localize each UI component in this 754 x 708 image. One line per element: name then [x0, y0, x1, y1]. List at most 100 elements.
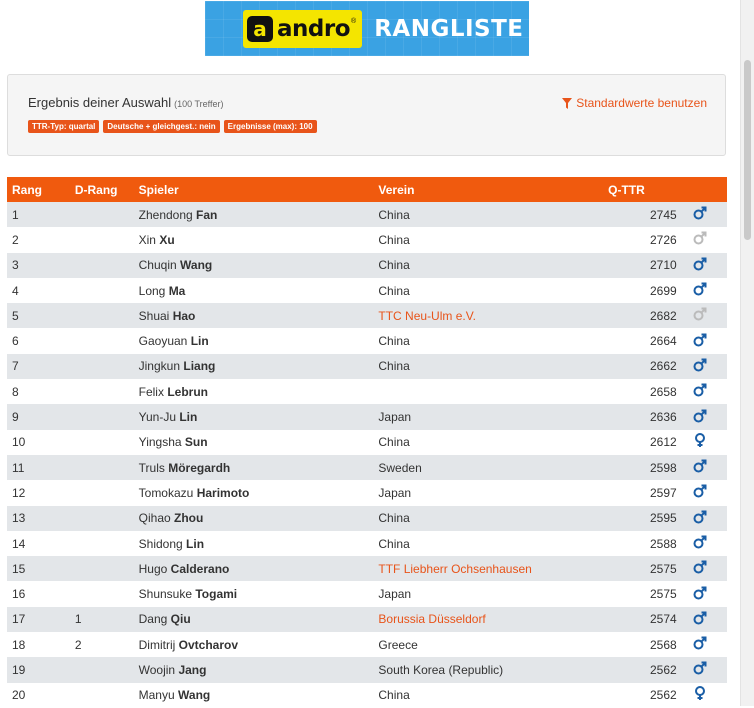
player-first-name: Truls — [138, 460, 165, 475]
registered-mark: ® — [351, 17, 357, 25]
cell-rang: 7 — [7, 353, 75, 380]
male-symbol-icon — [693, 383, 707, 400]
club-link[interactable]: Borussia Düsseldorf — [378, 612, 485, 626]
male-symbol-icon — [693, 409, 707, 426]
male-symbol-icon — [693, 257, 707, 274]
cell-verein[interactable]: Borussia Düsseldorf — [378, 606, 609, 633]
cell-rang: 3 — [7, 252, 75, 278]
badge-ttr-typ: TTR-Typ: quartal — [28, 120, 100, 133]
cell-rang: 14 — [7, 530, 75, 557]
cell-spieler[interactable]: Shuai Hao — [138, 303, 379, 329]
scrollbar-thumb[interactable] — [744, 60, 751, 240]
cell-q-ttr: 2745 — [608, 202, 677, 228]
cell-rang: 16 — [7, 581, 75, 607]
cell-verein: China — [378, 682, 609, 708]
cell-verein: China — [378, 252, 609, 278]
ranking-table: Rang D-Rang Spieler Verein Q-TTR 1 Zhendo… — [7, 177, 727, 708]
cell-q-ttr: 2575 — [608, 556, 677, 582]
cell-q-ttr: 2664 — [608, 328, 677, 354]
andro-logo: a andro ® — [243, 9, 363, 48]
header-verein[interactable]: Verein — [378, 177, 609, 202]
cell-spieler[interactable]: Qihao Zhou — [138, 505, 379, 531]
table-row: 16 Shunsuke Togami Japan 2575 — [7, 581, 727, 607]
club-name: China — [378, 207, 410, 222]
male-symbol-icon — [693, 231, 707, 248]
cell-q-ttr: 2682 — [608, 303, 677, 329]
player-last-name: Hao — [172, 308, 196, 323]
filter-icon — [562, 97, 573, 109]
table-row: 13 Qihao Zhou China 2595 — [7, 505, 727, 531]
reset-defaults-link[interactable]: Standardwerte benutzen — [562, 96, 707, 110]
cell-spieler[interactable]: Chuqin Wang — [138, 252, 379, 278]
cell-rang: 12 — [7, 480, 75, 506]
player-last-name: Wang — [178, 688, 211, 703]
club-link[interactable]: TTF Liebherr Ochsenhausen — [378, 562, 531, 576]
cell-q-ttr: 2562 — [608, 657, 677, 683]
cell-spieler[interactable]: Shidong Lin — [138, 530, 379, 557]
cell-verein: China — [378, 328, 609, 354]
cell-rang: 19 — [7, 657, 75, 683]
header-d-rang[interactable]: D-Rang — [74, 177, 139, 202]
header-rang[interactable]: Rang — [7, 177, 75, 202]
cell-verein[interactable]: TTF Liebherr Ochsenhausen — [378, 556, 609, 582]
table-row: 20 Manyu Wang China 2562 — [7, 682, 727, 708]
cell-q-ttr: 2597 — [608, 480, 677, 506]
header-gender — [676, 177, 727, 202]
club-link[interactable]: TTC Neu-Ulm e.V. — [378, 309, 476, 323]
cell-gender — [676, 581, 727, 607]
cell-gender — [676, 252, 727, 278]
player-last-name: Möregardh — [168, 460, 231, 475]
player-last-name: Lebrun — [167, 384, 208, 399]
filter-badges: TTR-Typ: quartal Deutsche + gleichgest.:… — [28, 120, 321, 133]
cell-spieler[interactable]: Jingkun Liang — [138, 353, 379, 380]
cell-d-rang: 2 — [74, 632, 139, 658]
cell-spieler[interactable]: Gaoyuan Lin — [138, 328, 379, 354]
cell-spieler[interactable]: Zhendong Fan — [138, 202, 379, 228]
cell-spieler[interactable]: Truls Möregardh — [138, 454, 379, 481]
table-row: 14 Shidong Lin China 2588 — [7, 530, 727, 557]
cell-verein: Japan — [378, 581, 609, 607]
male-symbol-icon — [693, 484, 707, 501]
reset-defaults-label: Standardwerte benutzen — [576, 96, 707, 110]
player-last-name: Sun — [184, 435, 208, 450]
cell-gender — [676, 682, 727, 708]
cell-spieler[interactable]: Yingsha Sun — [138, 429, 379, 455]
player-last-name: Lin — [179, 410, 198, 425]
cell-spieler[interactable]: Felix Lebrun — [138, 379, 379, 405]
player-first-name: Felix — [138, 384, 164, 399]
result-title: Ergebnis deiner Auswahl (100 Treffer) — [28, 95, 223, 110]
header-q-ttr[interactable]: Q-TTR — [608, 177, 677, 202]
cell-gender — [676, 657, 727, 683]
cell-spieler[interactable]: Woojin Jang — [138, 657, 379, 683]
player-first-name: Shunsuke — [138, 587, 193, 602]
male-symbol-icon — [693, 307, 707, 324]
cell-verein[interactable]: TTC Neu-Ulm e.V. — [378, 303, 609, 329]
cell-rang: 18 — [7, 632, 75, 658]
table-row: 11 Truls Möregardh Sweden 2598 — [7, 454, 727, 481]
club-name: China — [378, 232, 410, 247]
cell-spieler[interactable]: Tomokazu Harimoto — [138, 480, 379, 506]
table-row: 7 Jingkun Liang China 2662 — [7, 353, 727, 380]
header-spieler[interactable]: Spieler — [138, 177, 379, 202]
cell-spieler[interactable]: Dang Qiu — [138, 606, 379, 633]
result-title-text: Ergebnis deiner Auswahl — [28, 95, 172, 110]
cell-spieler[interactable]: Dimitrij Ovtcharov — [138, 632, 379, 658]
club-name: China — [378, 283, 410, 298]
ranking-header-row: Rang D-Rang Spieler Verein Q-TTR — [7, 177, 727, 202]
cell-spieler[interactable]: Manyu Wang — [138, 682, 379, 708]
cell-spieler[interactable]: Long Ma — [138, 277, 379, 304]
cell-d-rang — [74, 480, 139, 506]
player-first-name: Zhendong — [138, 207, 193, 222]
club-name: South Korea (Republic) — [378, 662, 504, 677]
cell-spieler[interactable]: Xin Xu — [138, 227, 379, 253]
female-symbol-icon — [693, 686, 707, 704]
cell-verein: China — [378, 505, 609, 531]
club-name: China — [378, 334, 410, 349]
cell-spieler[interactable]: Shunsuke Togami — [138, 581, 379, 607]
scrollbar[interactable] — [740, 0, 754, 706]
cell-spieler[interactable]: Yun-Ju Lin — [138, 404, 379, 430]
cell-q-ttr: 2568 — [608, 632, 677, 658]
cell-verein: China — [378, 277, 609, 304]
cell-spieler[interactable]: Hugo Calderano — [138, 556, 379, 582]
result-panel: Ergebnis deiner Auswahl (100 Treffer) Sta… — [7, 74, 726, 156]
